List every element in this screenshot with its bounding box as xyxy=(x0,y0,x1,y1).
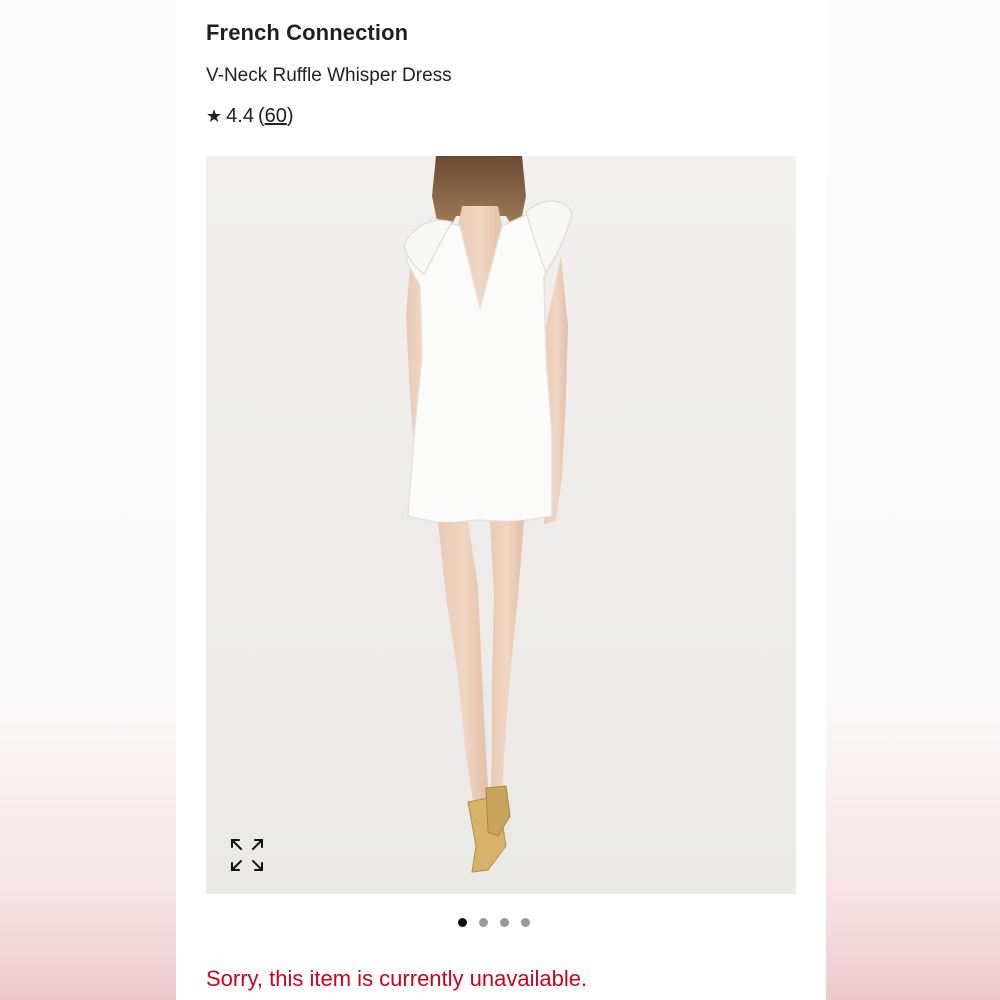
carousel-dot-4[interactable] xyxy=(521,918,530,927)
unavailable-message: Sorry, this item is currently unavailabl… xyxy=(206,966,588,991)
brand-name[interactable]: French Connection xyxy=(206,20,408,46)
open-paren: ( xyxy=(257,105,265,127)
star-icon: ★ xyxy=(206,106,223,126)
carousel-dot-1[interactable] xyxy=(458,918,467,927)
carousel-dot-3[interactable] xyxy=(500,918,509,927)
rating-value: 4.4 xyxy=(226,105,254,127)
review-count-link[interactable]: (60) xyxy=(258,105,294,128)
review-count[interactable]: 60 xyxy=(265,105,287,127)
product-photo xyxy=(206,156,796,894)
product-image[interactable] xyxy=(206,156,796,894)
right-backdrop xyxy=(826,0,1000,1000)
product-card: French Connection V-Neck Ruffle Whisper … xyxy=(176,0,826,1000)
product-title: V-Neck Ruffle Whisper Dress xyxy=(206,65,452,86)
carousel-dot-2[interactable] xyxy=(479,918,488,927)
close-paren: ) xyxy=(286,105,294,127)
carousel-dots xyxy=(458,918,530,927)
rating: ★ 4.4 (60) xyxy=(206,105,294,128)
left-backdrop xyxy=(0,0,176,1000)
expand-icon[interactable] xyxy=(228,836,266,874)
